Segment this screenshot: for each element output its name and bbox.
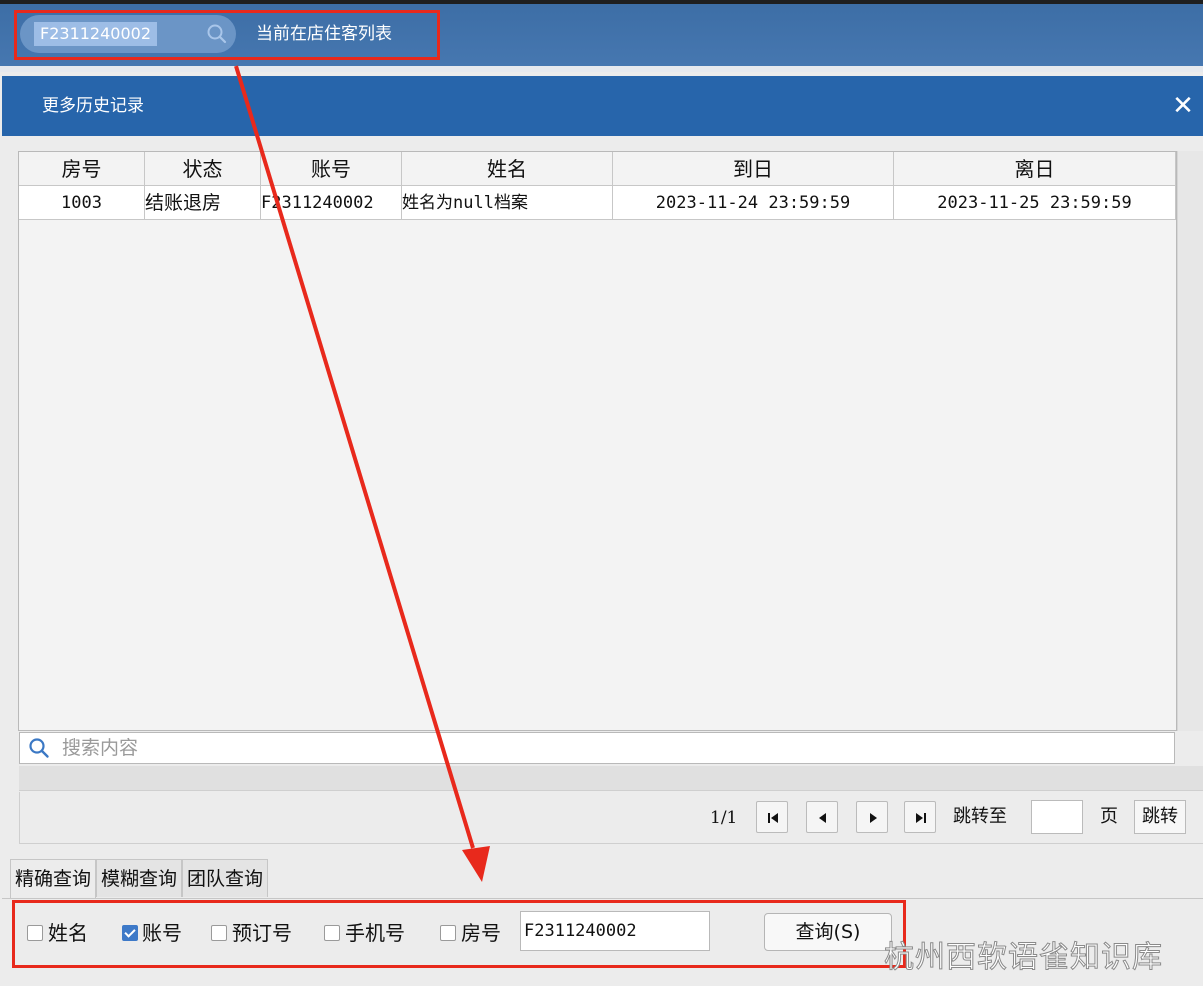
cell-status: 结账退房 <box>145 186 261 220</box>
next-page-button[interactable] <box>856 801 888 833</box>
column-header-room[interactable]: 房号 <box>19 152 145 186</box>
history-table: 房号 状态 账号 姓名 到日 离日 1003 结账退房 F2311240002 … <box>18 151 1177 731</box>
cell-arrival: 2023-11-24 23:59:59 <box>613 186 894 220</box>
table-row[interactable]: 1003 结账退房 F2311240002 姓名为null档案 2023-11-… <box>19 186 1176 220</box>
column-header-arrival[interactable]: 到日 <box>613 152 894 186</box>
table-header: 房号 状态 账号 姓名 到日 离日 <box>19 152 1176 186</box>
annotation-box-top <box>14 10 440 60</box>
column-header-name[interactable]: 姓名 <box>402 152 613 186</box>
tab-exact-query[interactable]: 精确查询 <box>10 859 97 899</box>
tab-fuzzy-query[interactable]: 模糊查询 <box>96 859 183 897</box>
query-tabs: 精确查询 模糊查询 团队查询 <box>10 859 269 899</box>
filter-placeholder: 搜索内容 <box>62 737 139 759</box>
prev-page-button[interactable] <box>806 801 838 833</box>
filter-search-field[interactable]: 搜索内容 <box>19 732 1175 764</box>
tab-group-query[interactable]: 团队查询 <box>182 859 269 897</box>
first-page-icon <box>768 813 778 823</box>
prev-page-icon <box>819 813 826 823</box>
dialog-header: 更多历史记录 ✕ <box>2 76 1203 136</box>
divider <box>0 66 1203 72</box>
pagination-bar: 1/1 跳转至 页 跳转 <box>19 792 1203 844</box>
column-header-status[interactable]: 状态 <box>145 152 261 186</box>
history-dialog: 更多历史记录 ✕ 房号 状态 账号 姓名 到日 离日 1003 结账退房 F23… <box>2 76 1203 986</box>
divider <box>2 898 1203 899</box>
cell-departure: 2023-11-25 23:59:59 <box>894 186 1176 220</box>
column-header-departure[interactable]: 离日 <box>894 152 1176 186</box>
search-icon <box>29 738 49 758</box>
next-page-icon <box>870 813 877 823</box>
cell-name: 姓名为null档案 <box>402 186 613 220</box>
close-icon[interactable]: ✕ <box>1169 92 1197 120</box>
cell-room: 1003 <box>19 186 145 220</box>
watermark: 杭州西软语雀知识库 <box>884 940 1163 976</box>
jump-to-label: 跳转至 <box>953 806 1007 827</box>
page-indicator: 1/1 <box>710 808 738 828</box>
annotation-box-bottom <box>12 900 906 968</box>
last-page-button[interactable] <box>904 801 936 833</box>
horizontal-scrollbar[interactable] <box>19 766 1203 791</box>
page-unit-label: 页 <box>1100 806 1118 827</box>
jump-page-input[interactable] <box>1031 800 1083 834</box>
first-page-button[interactable] <box>756 801 788 833</box>
cell-account: F2311240002 <box>261 186 402 220</box>
column-header-account[interactable]: 账号 <box>261 152 402 186</box>
vertical-scrollbar[interactable] <box>1177 151 1203 731</box>
last-page-icon <box>916 813 926 823</box>
jump-button[interactable]: 跳转 <box>1134 800 1186 834</box>
dialog-title: 更多历史记录 <box>42 96 144 116</box>
